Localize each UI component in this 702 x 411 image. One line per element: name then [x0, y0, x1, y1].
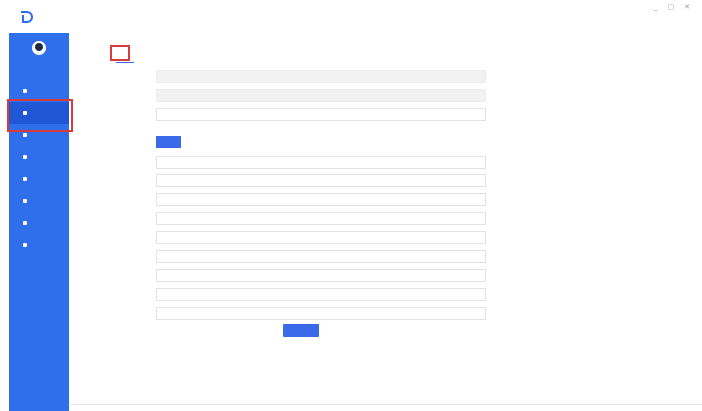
nav-icon [23, 89, 27, 93]
form-row [110, 193, 490, 206]
sidebar-item-5[interactable] [9, 168, 69, 190]
form-row [110, 174, 490, 187]
tab-1[interactable] [110, 45, 130, 61]
text-field[interactable] [156, 174, 486, 187]
text-field[interactable] [156, 288, 486, 301]
tab-active-underline [116, 62, 134, 63]
sidebar-nav [7, 80, 73, 256]
nav-icon [23, 221, 27, 225]
app-header: _ ▢ ✕ [0, 0, 702, 33]
form-row [110, 231, 490, 244]
sidebar-item-2[interactable] [7, 99, 73, 132]
tab-2[interactable] [130, 45, 146, 61]
form-row [110, 269, 490, 282]
form-row [110, 89, 490, 102]
sidebar-item-4[interactable] [9, 146, 69, 168]
form-row [110, 108, 490, 121]
form-row [110, 70, 490, 83]
text-field[interactable] [156, 212, 486, 225]
sidebar-item-3[interactable] [9, 124, 69, 146]
text-field[interactable] [156, 193, 486, 206]
save-button[interactable] [283, 324, 319, 337]
readonly-field [156, 89, 486, 102]
nav-icon [23, 177, 27, 181]
form-row [110, 307, 490, 320]
avatar[interactable] [32, 41, 46, 55]
form-row [110, 136, 490, 149]
text-field[interactable] [156, 108, 486, 121]
form-row [110, 250, 490, 263]
text-field[interactable] [156, 156, 486, 169]
nav-icon [23, 199, 27, 203]
text-field[interactable] [156, 250, 486, 263]
text-field[interactable] [156, 307, 486, 320]
sidebar-item-6[interactable] [9, 190, 69, 212]
sidebar [7, 33, 73, 411]
text-field[interactable] [156, 231, 486, 244]
sidebar-item-7[interactable] [9, 212, 69, 234]
form-row [110, 288, 490, 301]
nav-icon [23, 155, 27, 159]
form-row [110, 156, 490, 169]
nav-icon [23, 243, 27, 247]
upload-button[interactable] [156, 136, 181, 148]
form-row [110, 212, 490, 225]
nav-icon [23, 111, 27, 115]
readonly-field [156, 70, 486, 83]
tab-bar [110, 45, 162, 61]
window-controls[interactable]: _ ▢ ✕ [654, 3, 694, 11]
nav-icon [23, 133, 27, 137]
divider [70, 404, 702, 405]
text-field[interactable] [156, 269, 486, 282]
sidebar-item-8[interactable] [9, 234, 69, 256]
logo-icon [21, 11, 33, 23]
tab-3[interactable] [146, 45, 162, 61]
